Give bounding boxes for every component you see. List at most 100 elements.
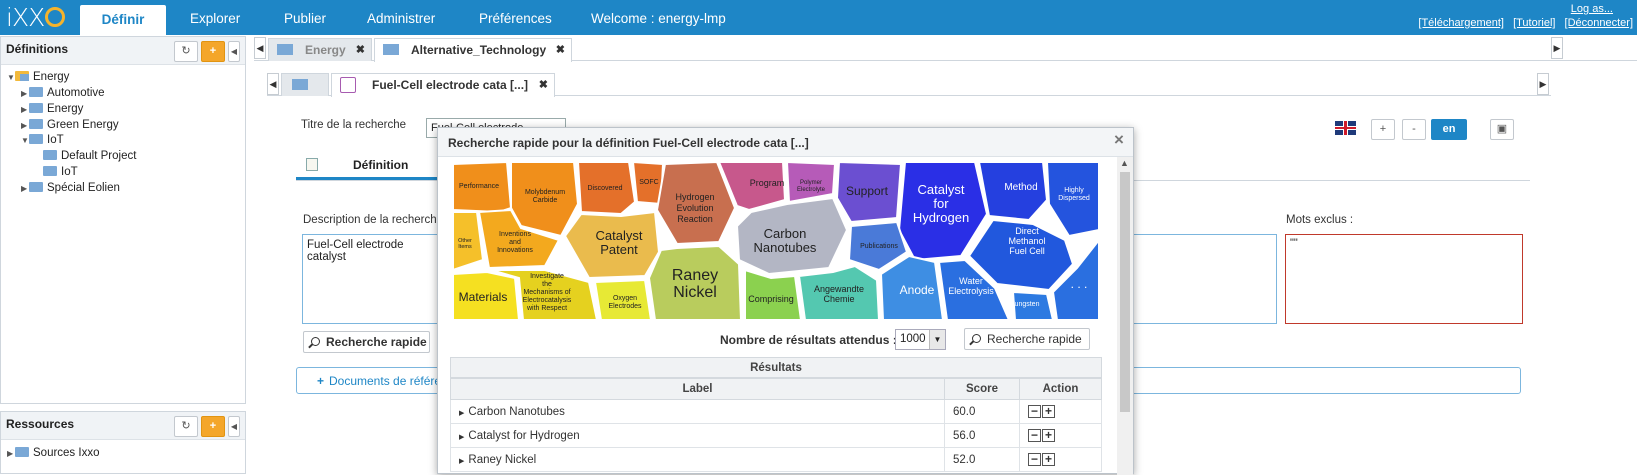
table-row[interactable]: ▶ Carbon Nanotubes 60.0 − +: [450, 399, 1102, 424]
tree-label: Default Project: [61, 150, 137, 162]
tree-item-iot-child[interactable]: IoT: [43, 164, 78, 180]
dialog-quick-search-button[interactable]: Recherche rapide: [964, 328, 1090, 350]
tree-label: IoT: [61, 166, 78, 178]
add-definition-button[interactable]: +: [201, 41, 225, 62]
close-tab-icon[interactable]: ✖: [539, 74, 548, 96]
include-button[interactable]: +: [1042, 453, 1055, 466]
refresh-icon[interactable]: ↻: [174, 41, 198, 62]
dialog-vertical-scrollbar[interactable]: ▲: [1117, 157, 1133, 475]
tree-label: Green Energy: [47, 119, 119, 131]
remove-language-button[interactable]: -: [1402, 119, 1426, 140]
resources-panel: Ressources ↻ + ◀ ▶ Sources Ixxo: [0, 411, 246, 474]
excluded-words-value: "": [1290, 237, 1298, 249]
description-textarea-right-edge[interactable]: [1134, 234, 1277, 324]
tree-item-energy[interactable]: ▶ Energy: [21, 101, 83, 117]
exclude-button[interactable]: −: [1028, 405, 1041, 418]
cell-label: Tungsten: [1011, 301, 1040, 308]
collapsed-caret-icon[interactable]: ▶: [7, 446, 15, 462]
tabs-scroll-left-icon[interactable]: ◀: [254, 37, 266, 59]
tab-label: Energy: [305, 43, 346, 57]
collapsed-caret-icon[interactable]: ▶: [21, 181, 29, 197]
expand-row-icon[interactable]: ▶: [459, 410, 464, 417]
collapse-panel-icon[interactable]: ◀: [228, 416, 240, 437]
tree-item-green-energy[interactable]: ▶ Green Energy: [21, 117, 119, 133]
log-as-link[interactable]: Log as...: [1571, 3, 1613, 15]
row-label-cell[interactable]: ▶ Catalyst for Hydrogen: [450, 423, 945, 448]
definition-subtab[interactable]: Définition: [296, 150, 441, 180]
description-textarea[interactable]: Fuel-Cell electrode catalyst: [302, 234, 442, 324]
welcome-text: Welcome : energy-lmp: [591, 11, 726, 26]
close-tab-icon[interactable]: ✖: [556, 39, 565, 61]
row-label: Carbon Nanotubes: [468, 405, 565, 418]
download-link[interactable]: [Téléchargement]: [1418, 17, 1504, 29]
language-en-button[interactable]: en: [1431, 119, 1467, 140]
tree-item-default-project[interactable]: Default Project: [43, 148, 136, 164]
table-row[interactable]: ▶ Raney Nickel 52.0 − +: [450, 447, 1102, 472]
tree-item-automotive[interactable]: ▶ Automotive: [21, 85, 105, 101]
table-row[interactable]: ▶ Catalyst for Hydrogen 56.0 − +: [450, 423, 1102, 448]
voronoi-treemap[interactable]: Performance Molybdenum Carbide Discovered…: [449, 160, 1101, 323]
save-icon[interactable]: ▣: [1490, 119, 1514, 140]
outer-tab-bar: ◀ Energy ✖ Alternative_Technology ✖ ▶: [254, 35, 1637, 62]
tree-item-energy-root[interactable]: ▼ Energy: [7, 69, 69, 85]
include-button[interactable]: +: [1042, 405, 1055, 418]
results-count-value: 1000: [900, 333, 926, 345]
tab-alternative-technology[interactable]: Alternative_Technology ✖: [374, 38, 572, 62]
tabs-scroll-left-icon[interactable]: ◀: [267, 73, 279, 95]
column-header-label[interactable]: Label: [450, 378, 945, 400]
add-resource-button[interactable]: +: [201, 416, 225, 437]
ixxo-logo[interactable]: iXX: [6, 3, 66, 32]
folder-open-icon: [15, 71, 29, 81]
nav-administrer[interactable]: Administrer: [367, 0, 435, 35]
cell-label: Discovered: [587, 185, 622, 192]
excluded-words-textarea[interactable]: "": [1285, 234, 1523, 324]
folder-icon: [15, 447, 29, 457]
nav-explorer[interactable]: Explorer: [190, 0, 240, 35]
flag-uk-icon[interactable]: [1335, 121, 1356, 135]
exclude-button[interactable]: −: [1028, 453, 1041, 466]
collapse-panel-icon[interactable]: ◀: [228, 41, 240, 62]
nav-definir[interactable]: Définir: [80, 5, 166, 35]
column-header-score[interactable]: Score: [944, 378, 1020, 400]
quick-search-button[interactable]: Recherche rapide: [303, 331, 430, 353]
tabs-scroll-right-icon[interactable]: ▶: [1537, 73, 1549, 95]
reference-documents-link[interactable]: Documents de référence: [329, 374, 437, 388]
collapsed-caret-icon[interactable]: ▶: [21, 86, 29, 102]
tab-folder[interactable]: [281, 73, 329, 96]
tree-item-sources-ixxo[interactable]: ▶ Sources Ixxo: [7, 445, 99, 461]
column-header-action: Action: [1019, 378, 1102, 400]
cell-label: . . .: [1071, 277, 1088, 291]
search-icon: [311, 337, 320, 346]
tab-fuel-cell-definition[interactable]: Fuel-Cell electrode cata [...] ✖: [331, 73, 555, 97]
expanded-caret-icon[interactable]: ▼: [7, 70, 15, 86]
close-dialog-icon[interactable]: ×: [1114, 130, 1124, 150]
nav-publier[interactable]: Publier: [284, 0, 326, 35]
results-count-select[interactable]: 1000 ▼: [895, 329, 946, 350]
plus-icon: +: [317, 374, 325, 388]
tabs-scroll-right-icon[interactable]: ▶: [1551, 37, 1563, 59]
row-label-cell[interactable]: ▶ Carbon Nanotubes: [450, 399, 945, 424]
refresh-icon[interactable]: ↻: [174, 416, 198, 437]
nav-preferences[interactable]: Préférences: [479, 0, 552, 35]
logout-link[interactable]: [Déconnecter]: [1565, 17, 1633, 29]
expand-row-icon[interactable]: ▶: [459, 458, 464, 465]
exclude-button[interactable]: −: [1028, 429, 1041, 442]
scroll-up-icon[interactable]: ▲: [1120, 158, 1129, 168]
tree-item-special-eolien[interactable]: ▶ Spécial Eolien: [21, 180, 120, 196]
add-language-button[interactable]: +: [1371, 119, 1395, 140]
results-header: Résultats: [450, 357, 1102, 378]
tab-energy[interactable]: Energy ✖: [268, 38, 372, 61]
tree-label: Sources Ixxo: [33, 447, 100, 459]
tree-item-iot[interactable]: ▼ IoT: [21, 132, 64, 148]
tree-label: IoT: [47, 134, 64, 146]
include-button[interactable]: +: [1042, 429, 1055, 442]
folder-icon: [383, 44, 399, 55]
close-tab-icon[interactable]: ✖: [356, 39, 365, 61]
scrollbar-thumb[interactable]: [1120, 172, 1130, 412]
collapsed-caret-icon[interactable]: ▶: [21, 102, 29, 118]
expand-row-icon[interactable]: ▶: [459, 434, 464, 441]
tutorial-link[interactable]: [Tutoriel]: [1513, 17, 1555, 29]
row-label-cell[interactable]: ▶ Raney Nickel: [450, 447, 945, 472]
expanded-caret-icon[interactable]: ▼: [21, 133, 29, 149]
dropdown-arrow-icon[interactable]: ▼: [929, 330, 945, 349]
